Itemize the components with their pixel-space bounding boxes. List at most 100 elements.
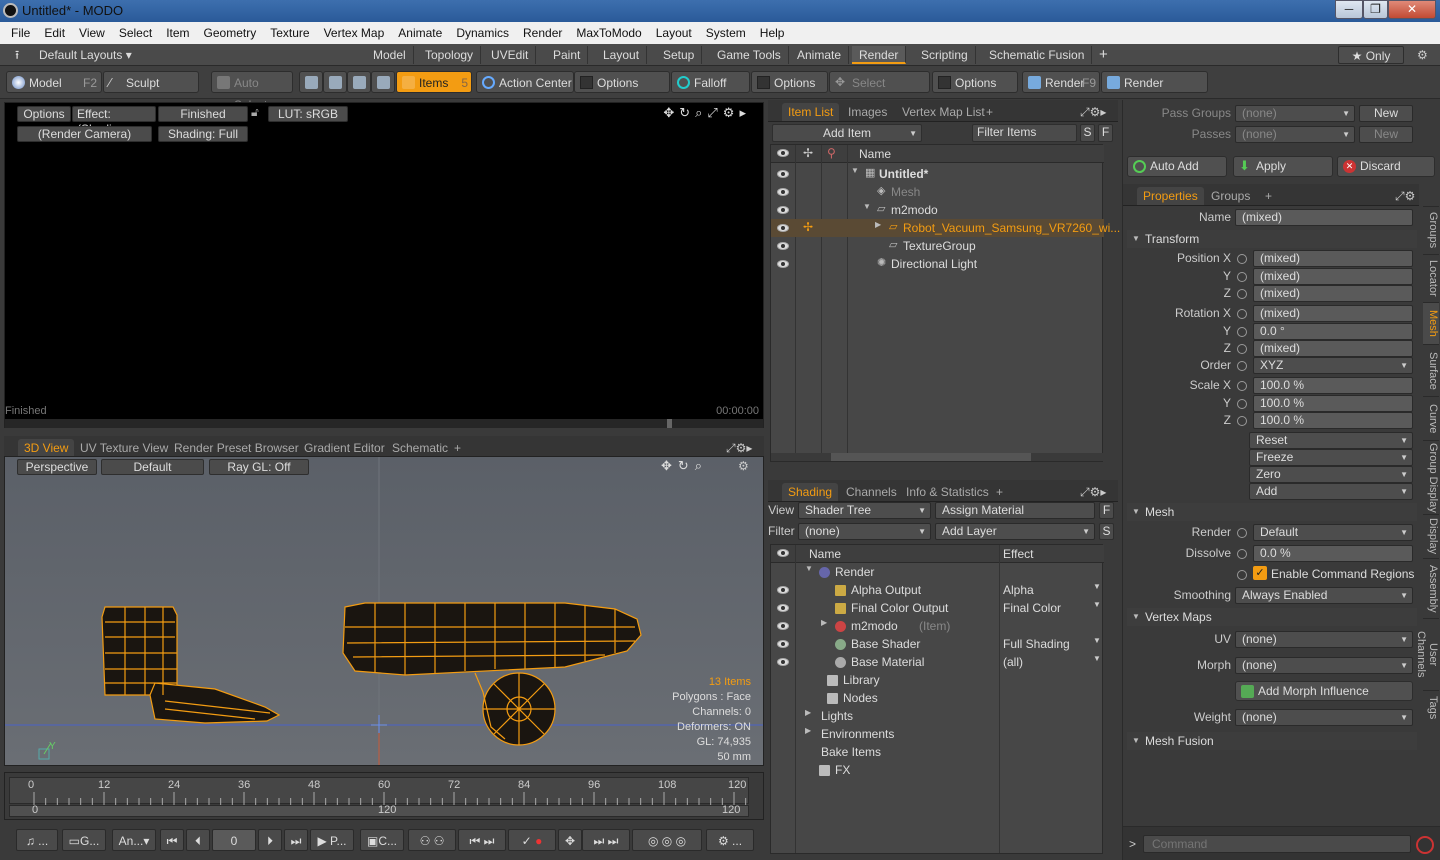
effect-dropdown-arrow-icon[interactable]: ▼ bbox=[1093, 582, 1101, 591]
select-vertices-button[interactable] bbox=[299, 71, 323, 93]
dissolve-radio[interactable] bbox=[1237, 549, 1247, 559]
shading-dropdown[interactable]: Shading: Full bbox=[158, 126, 248, 142]
add-properties-tab[interactable]: + bbox=[1259, 187, 1278, 205]
expand-arrow-icon[interactable]: ▼ bbox=[805, 564, 813, 573]
action-center-options-button[interactable]: Options bbox=[574, 71, 670, 93]
default-style-dropdown[interactable]: Default bbox=[101, 459, 204, 475]
zero-dropdown[interactable]: Zero bbox=[1249, 466, 1413, 483]
scale-y-field[interactable]: 100.0 % bbox=[1253, 394, 1413, 412]
reset-dropdown[interactable]: Reset bbox=[1249, 432, 1413, 449]
add-layout-tab-button[interactable]: + bbox=[1092, 46, 1115, 64]
shading-s-button[interactable]: S bbox=[1099, 523, 1114, 540]
properties-gear-icon[interactable]: ⤢⚙ bbox=[1389, 187, 1421, 205]
model-button[interactable]: Model F2 bbox=[6, 71, 102, 93]
item-row[interactable]: ▼ ▱ m2modo bbox=[771, 201, 1104, 219]
render-window-button[interactable]: Render Window bbox=[1101, 71, 1208, 112]
select-through-button[interactable]: ✥Select Through bbox=[829, 71, 930, 112]
viewport-tab-schematic[interactable]: Schematic bbox=[386, 439, 454, 457]
render-options-button[interactable]: Options bbox=[17, 106, 71, 122]
layout-tab-layout[interactable]: Layout bbox=[596, 46, 648, 64]
itemlist-gear-icon[interactable]: ⤢⚙▸ bbox=[1074, 103, 1112, 121]
assign-material-button[interactable]: Assign Material bbox=[935, 502, 1095, 519]
menu-maxtomodo[interactable]: MaxToModo bbox=[569, 26, 648, 40]
lock-icon[interactable]: 🔓︎ bbox=[251, 105, 259, 120]
timeline-range-bar[interactable]: 0 120 120 bbox=[9, 804, 749, 817]
item-row[interactable]: ▱ TextureGroup bbox=[771, 237, 1104, 255]
layout-tab-uvedit[interactable]: UVEdit bbox=[484, 46, 537, 64]
layout-tab-animate[interactable]: Animate bbox=[790, 46, 850, 64]
new-pass-group-button[interactable]: New bbox=[1359, 105, 1413, 122]
shader-row[interactable]: Bake Items bbox=[771, 743, 1104, 761]
shader-row[interactable]: Base Material (all) ▼ bbox=[771, 653, 1104, 671]
menu-vertex-map[interactable]: Vertex Map bbox=[317, 26, 392, 40]
shading-f-button[interactable]: F bbox=[1099, 502, 1114, 519]
items-mode-button[interactable]: Items 5 bbox=[396, 71, 472, 93]
lut-dropdown[interactable]: LUT: sRGB bbox=[268, 106, 348, 122]
action-center-button[interactable]: Action Center bbox=[476, 71, 574, 93]
shader-row[interactable]: Alpha Output Alpha ▼ bbox=[771, 581, 1104, 599]
select-polygons-button[interactable] bbox=[347, 71, 371, 93]
command-input[interactable] bbox=[1143, 835, 1411, 853]
properties-tab-properties[interactable]: Properties bbox=[1137, 187, 1204, 205]
side-tab-tags[interactable]: Tags bbox=[1423, 690, 1439, 724]
position-y-field[interactable]: (mixed) bbox=[1253, 267, 1413, 285]
name-field[interactable]: (mixed) bbox=[1235, 209, 1413, 226]
go-start-button[interactable]: ⏮ bbox=[160, 829, 184, 851]
raygl-dropdown[interactable]: Ray GL: Off bbox=[209, 459, 309, 475]
itemlist-tab-vertex-map-list[interactable]: Vertex Map List bbox=[896, 103, 991, 121]
expand-arrow-icon[interactable]: ▶ bbox=[805, 708, 811, 717]
scale-y-radio[interactable] bbox=[1237, 398, 1247, 409]
layout-tab-schematic-fusion[interactable]: Schematic Fusion bbox=[982, 46, 1093, 64]
discard-button[interactable]: ✕ Discard bbox=[1337, 156, 1435, 177]
item-visibility-icon[interactable] bbox=[777, 188, 789, 196]
expand-arrow-icon[interactable]: ▼ bbox=[863, 202, 871, 211]
current-frame-field[interactable]: 0 bbox=[212, 829, 256, 851]
layout-tab-setup[interactable]: Setup bbox=[656, 46, 703, 64]
menu-geometry[interactable]: Geometry bbox=[197, 26, 264, 40]
itemlist-s-button[interactable]: S bbox=[1080, 124, 1095, 142]
enable-command-regions-checkbox[interactable]: ✓ bbox=[1253, 566, 1267, 580]
shader-visibility-icon[interactable] bbox=[777, 586, 789, 594]
render-view[interactable]: Options Effect: (Shadi... Finished 🔓︎ LU… bbox=[4, 102, 764, 428]
rotation-z-radio[interactable] bbox=[1237, 344, 1247, 354]
add-viewport-tab[interactable]: + bbox=[448, 439, 467, 457]
record-icon[interactable]: ● bbox=[535, 834, 542, 848]
shading-gear-icon[interactable]: ⤢⚙▸ bbox=[1074, 483, 1112, 501]
effect-dropdown-arrow-icon[interactable]: ▼ bbox=[1093, 600, 1101, 609]
item-row[interactable]: ✺ Directional Light bbox=[771, 255, 1104, 273]
side-tab-assembly[interactable]: Assembly bbox=[1423, 558, 1439, 618]
item-row[interactable]: ✢ ▶ ▱ Robot_Vacuum_Samsung_VR7260_wi... bbox=[771, 219, 1120, 237]
shader-row[interactable]: Nodes bbox=[771, 689, 1104, 707]
key-step-buttons[interactable]: ⏭ ⏭ bbox=[582, 829, 630, 851]
rotation-y-radio[interactable] bbox=[1237, 326, 1247, 337]
scale-z-radio[interactable] bbox=[1237, 416, 1247, 426]
render-radio[interactable] bbox=[1237, 528, 1247, 538]
key-button[interactable]: ✥ bbox=[558, 829, 582, 851]
expand-arrow-icon[interactable]: ▶ bbox=[821, 618, 827, 627]
item-visibility-icon[interactable] bbox=[777, 242, 789, 250]
itemlist-tab-images[interactable]: Images bbox=[842, 103, 893, 121]
menu-help[interactable]: Help bbox=[753, 26, 792, 40]
falloff-options-button[interactable]: Options bbox=[751, 71, 828, 93]
side-tab-user-channels[interactable]: User Channels bbox=[1415, 618, 1439, 690]
3d-viewport[interactable]: Y Perspective Default Ray GL: Off ✥↻⌕ ⚙ … bbox=[4, 456, 764, 766]
command-history-icon[interactable] bbox=[1416, 836, 1434, 854]
vertex-maps-section[interactable]: Vertex Maps bbox=[1127, 608, 1417, 626]
filter-items-field[interactable]: Filter Items bbox=[972, 124, 1077, 142]
weight-dropdown[interactable]: (none) bbox=[1235, 709, 1413, 726]
side-tab-groups[interactable]: Groups bbox=[1423, 206, 1439, 254]
select-materials-button[interactable] bbox=[371, 71, 395, 93]
key-set-buttons[interactable]: ◎ ◎ ◎ bbox=[632, 829, 702, 851]
minimize-button[interactable]: ─ bbox=[1335, 0, 1363, 19]
mesh-section[interactable]: Mesh bbox=[1127, 503, 1417, 521]
pass-groups-dropdown[interactable]: (none) bbox=[1235, 105, 1355, 122]
item-row[interactable]: ◈ Mesh bbox=[771, 183, 1104, 201]
menu-select[interactable]: Select bbox=[112, 26, 159, 40]
item-visibility-icon[interactable] bbox=[777, 206, 789, 214]
menu-edit[interactable]: Edit bbox=[37, 26, 72, 40]
rotation-y-field[interactable]: 0.0 ° bbox=[1253, 322, 1413, 340]
layout-tab-model[interactable]: Model bbox=[366, 46, 414, 64]
graph-editor-button[interactable]: ▭G... bbox=[62, 829, 106, 851]
shader-row[interactable]: ▶ Lights bbox=[771, 707, 1104, 725]
expand-arrow-icon[interactable]: ▼ bbox=[851, 166, 859, 175]
